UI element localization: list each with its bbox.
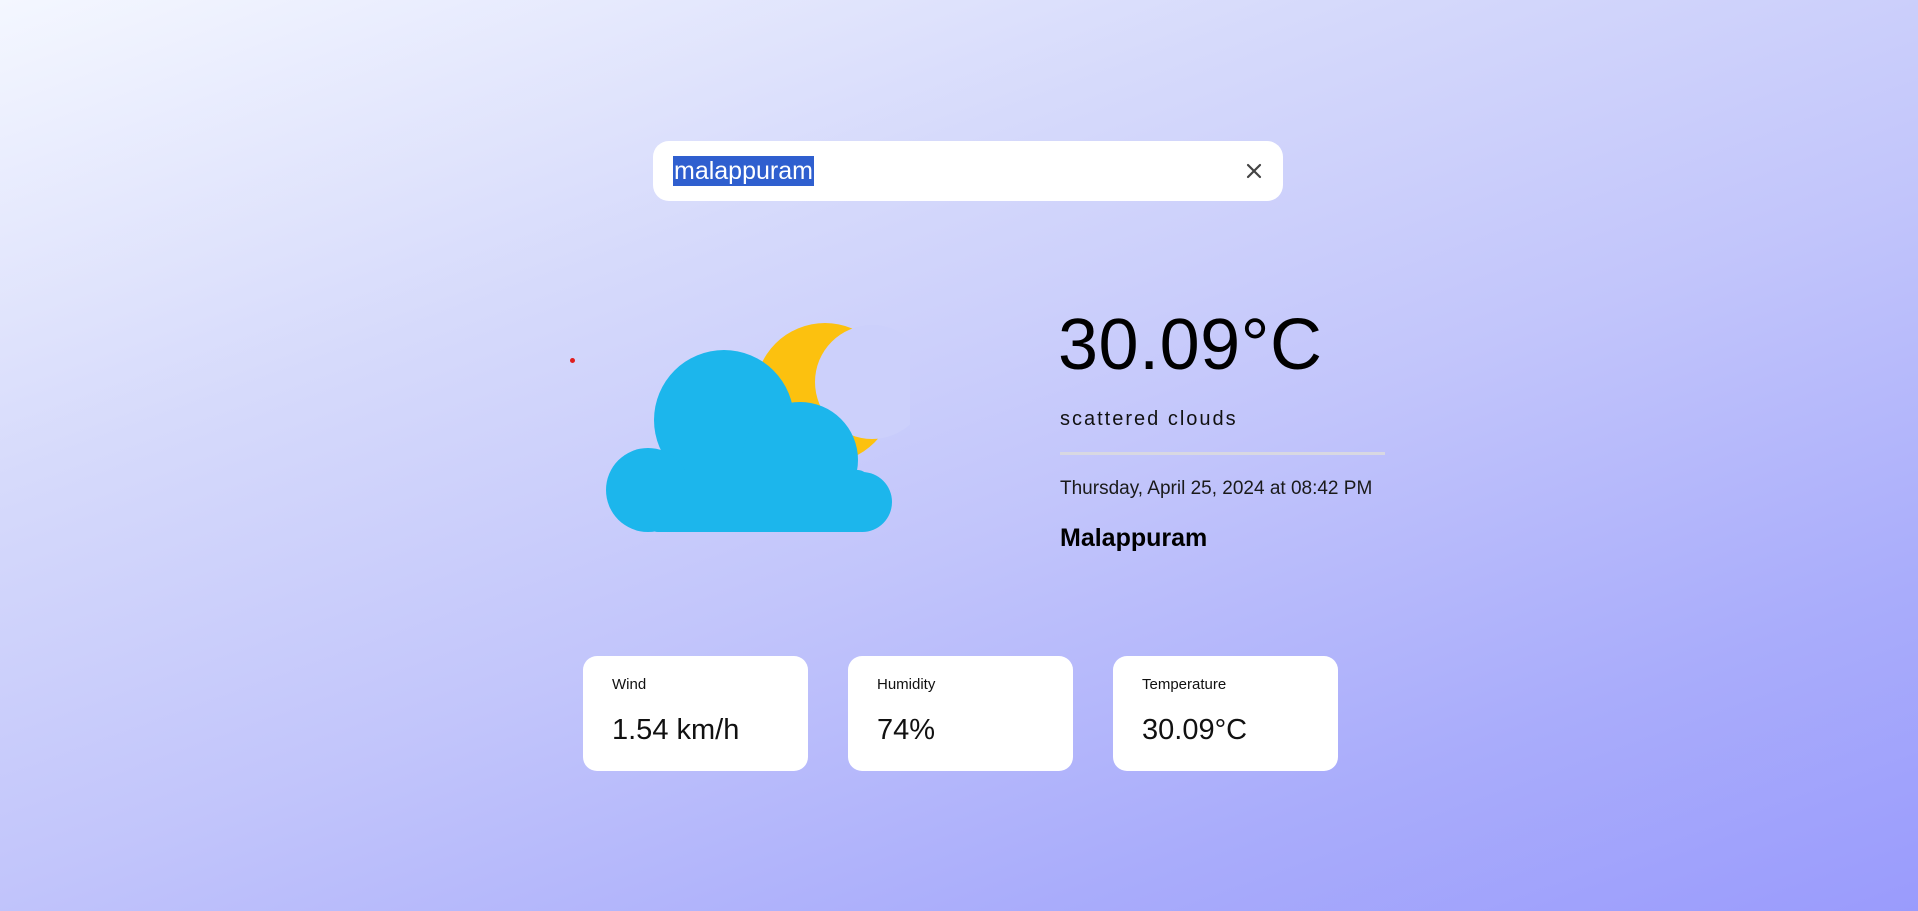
temperature-value: 30.09°C [1142,714,1248,746]
cloud-moon-icon [606,323,910,532]
date-time: Thursday, April 25, 2024 at 08:42 PM [1060,478,1373,499]
weather-description: scattered clouds [1060,408,1238,430]
city-name: Malappuram [1060,524,1208,552]
humidity-card: Humidity 74% [848,656,1073,771]
divider [1060,452,1385,455]
close-icon [1246,163,1262,179]
search-bar[interactable]: malappuram [653,141,1283,201]
wind-value: 1.54 km/h [612,714,740,746]
humidity-value: 74% [877,714,936,746]
humidity-label: Humidity [877,676,936,693]
indicator-dot [570,358,575,363]
current-temperature: 30.09°C [1058,305,1323,385]
temperature-label: Temperature [1142,676,1227,693]
wind-label: Wind [612,676,647,693]
wind-card: Wind 1.54 km/h [583,656,808,771]
search-clear-button[interactable] [1239,156,1269,186]
temperature-card: Temperature 30.09°C [1113,656,1338,771]
search-input[interactable]: malappuram [673,156,814,186]
